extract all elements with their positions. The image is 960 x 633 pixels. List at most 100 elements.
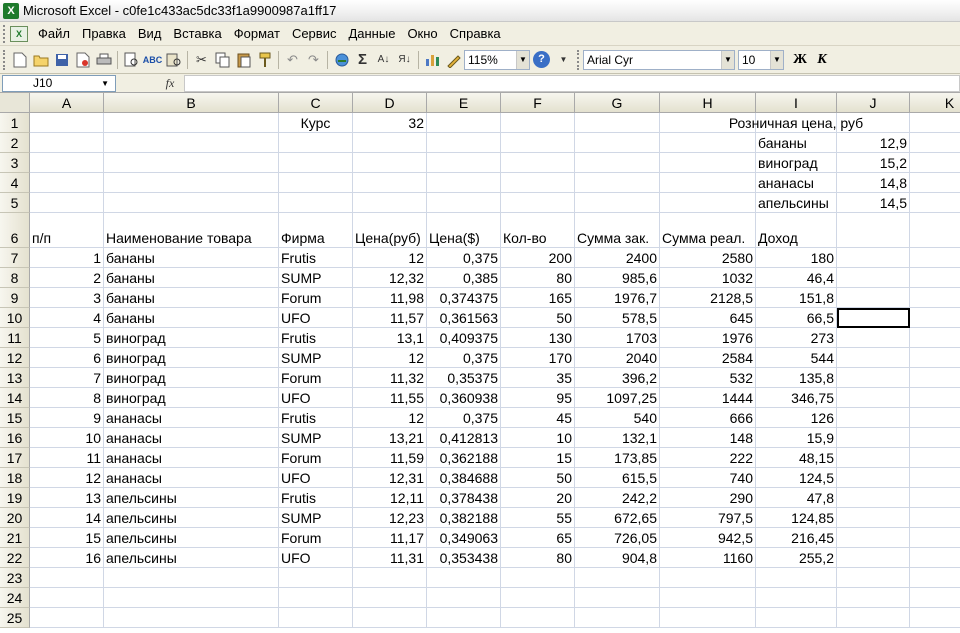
row-header-6[interactable]: 6 (0, 213, 30, 248)
column-header-G[interactable]: G (575, 93, 660, 113)
cell-I22[interactable]: 255,2 (756, 548, 837, 568)
cell-K2[interactable] (910, 133, 960, 153)
cell-H10[interactable]: 645 (660, 308, 756, 328)
cell-B5[interactable] (104, 193, 279, 213)
cell-J17[interactable] (837, 448, 910, 468)
zoom-combo[interactable]: 115% ▼ (464, 49, 530, 70)
menu-insert[interactable]: Вставка (167, 24, 227, 43)
cell-E10[interactable]: 0,361563 (427, 308, 501, 328)
menu-help[interactable]: Справка (444, 24, 507, 43)
cell-H7[interactable]: 2580 (660, 248, 756, 268)
cell-J22[interactable] (837, 548, 910, 568)
cell-A18[interactable]: 12 (30, 468, 104, 488)
cell-B9[interactable]: бананы (104, 288, 279, 308)
cell-F8[interactable]: 80 (501, 268, 575, 288)
cell-E16[interactable]: 0,412813 (427, 428, 501, 448)
cell-D16[interactable]: 13,21 (353, 428, 427, 448)
cell-J5[interactable]: 14,5 (837, 193, 910, 213)
menu-view[interactable]: Вид (132, 24, 168, 43)
cell-A7[interactable]: 1 (30, 248, 104, 268)
cell-I14[interactable]: 346,75 (756, 388, 837, 408)
row-header-11[interactable]: 11 (0, 328, 30, 348)
cell-H19[interactable]: 290 (660, 488, 756, 508)
cell-H12[interactable]: 2584 (660, 348, 756, 368)
cell-H23[interactable] (660, 568, 756, 588)
cell-E5[interactable] (427, 193, 501, 213)
cell-G23[interactable] (575, 568, 660, 588)
cell-A12[interactable]: 6 (30, 348, 104, 368)
cell-I9[interactable]: 151,8 (756, 288, 837, 308)
chevron-down-icon[interactable]: ▼ (770, 50, 783, 69)
cell-H15[interactable]: 666 (660, 408, 756, 428)
cell-K19[interactable] (910, 488, 960, 508)
cell-H22[interactable]: 1160 (660, 548, 756, 568)
formula-input[interactable] (184, 74, 960, 92)
open-icon[interactable] (30, 49, 51, 71)
cell-A1[interactable] (30, 113, 104, 133)
cell-C5[interactable] (279, 193, 353, 213)
cell-J14[interactable] (837, 388, 910, 408)
cell-C25[interactable] (279, 608, 353, 628)
cell-F14[interactable]: 95 (501, 388, 575, 408)
cell-D25[interactable] (353, 608, 427, 628)
cell-I20[interactable]: 124,85 (756, 508, 837, 528)
cell-E22[interactable]: 0,353438 (427, 548, 501, 568)
column-header-A[interactable]: A (30, 93, 104, 113)
cell-B17[interactable]: ананасы (104, 448, 279, 468)
row-header-13[interactable]: 13 (0, 368, 30, 388)
cell-B18[interactable]: ананасы (104, 468, 279, 488)
cell-I21[interactable]: 216,45 (756, 528, 837, 548)
cell-G5[interactable] (575, 193, 660, 213)
cell-I23[interactable] (756, 568, 837, 588)
cell-C18[interactable]: UFO (279, 468, 353, 488)
cell-C13[interactable]: Forum (279, 368, 353, 388)
cell-F15[interactable]: 45 (501, 408, 575, 428)
cell-F22[interactable]: 80 (501, 548, 575, 568)
cell-H20[interactable]: 797,5 (660, 508, 756, 528)
cell-F4[interactable] (501, 173, 575, 193)
new-icon[interactable] (9, 49, 30, 71)
cell-F25[interactable] (501, 608, 575, 628)
cell-I19[interactable]: 47,8 (756, 488, 837, 508)
cell-B4[interactable] (104, 173, 279, 193)
cell-F18[interactable]: 50 (501, 468, 575, 488)
cell-F21[interactable]: 65 (501, 528, 575, 548)
cell-I17[interactable]: 48,15 (756, 448, 837, 468)
cell-I10[interactable]: 66,5 (756, 308, 837, 328)
cell-B8[interactable]: бананы (104, 268, 279, 288)
cell-B16[interactable]: ананасы (104, 428, 279, 448)
cell-C19[interactable]: Frutis (279, 488, 353, 508)
menu-window[interactable]: Окно (401, 24, 443, 43)
cell-G14[interactable]: 1097,25 (575, 388, 660, 408)
cell-H17[interactable]: 222 (660, 448, 756, 468)
cell-C22[interactable]: UFO (279, 548, 353, 568)
cell-A8[interactable]: 2 (30, 268, 104, 288)
cell-J11[interactable] (837, 328, 910, 348)
cell-D20[interactable]: 12,23 (353, 508, 427, 528)
cell-E6[interactable]: Цена($) (427, 213, 501, 248)
cell-B25[interactable] (104, 608, 279, 628)
column-header-B[interactable]: B (104, 93, 279, 113)
cell-A17[interactable]: 11 (30, 448, 104, 468)
cell-E14[interactable]: 0,360938 (427, 388, 501, 408)
hyperlink-icon[interactable] (331, 49, 352, 71)
cell-D8[interactable]: 12,32 (353, 268, 427, 288)
cell-G21[interactable]: 726,05 (575, 528, 660, 548)
sort-ascending-icon[interactable]: A↓ (373, 49, 394, 71)
cell-B19[interactable]: апельсины (104, 488, 279, 508)
cell-F7[interactable]: 200 (501, 248, 575, 268)
cell-A6[interactable]: п/п (30, 213, 104, 248)
cell-K5[interactable] (910, 193, 960, 213)
spelling-icon[interactable]: ABC (142, 49, 163, 71)
row-header-12[interactable]: 12 (0, 348, 30, 368)
copy-icon[interactable] (212, 49, 233, 71)
cell-I2[interactable]: бананы (756, 133, 837, 153)
cell-A10[interactable]: 4 (30, 308, 104, 328)
cell-E2[interactable] (427, 133, 501, 153)
menu-format[interactable]: Формат (228, 24, 286, 43)
column-header-E[interactable]: E (427, 93, 501, 113)
cell-G9[interactable]: 1976,7 (575, 288, 660, 308)
cell-D7[interactable]: 12 (353, 248, 427, 268)
cell-K18[interactable] (910, 468, 960, 488)
cell-E20[interactable]: 0,382188 (427, 508, 501, 528)
